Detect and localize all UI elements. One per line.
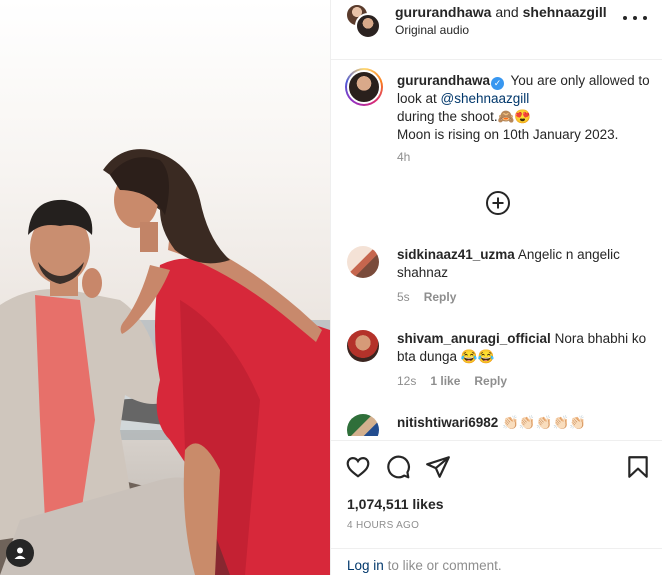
reply-button[interactable]: Reply xyxy=(474,374,507,388)
comment-likes[interactable]: 1 like xyxy=(430,374,460,388)
likes-count[interactable]: 1,074,511 likes xyxy=(347,496,444,512)
username-link[interactable]: nitishtiwari6982 xyxy=(397,415,498,430)
post-media[interactable] xyxy=(0,0,330,575)
share-button[interactable] xyxy=(425,454,451,480)
bookmark-icon xyxy=(628,456,648,478)
comment-text: sidkinaaz41_uzma Angelic n angelic shahn… xyxy=(397,246,655,282)
comment-button[interactable] xyxy=(385,454,411,480)
avatar[interactable] xyxy=(347,414,379,436)
save-button[interactable] xyxy=(625,454,651,480)
username-link[interactable]: gururandhawa xyxy=(395,4,491,20)
caption-body: during the shoot.🙈😍 xyxy=(397,109,532,124)
avatar xyxy=(355,13,381,39)
avatar[interactable] xyxy=(345,68,383,106)
comment-text: shivam_anuragi_official Nora bhabhi ko b… xyxy=(397,330,655,366)
share-icon xyxy=(426,456,450,478)
plus-circle-icon xyxy=(486,191,510,215)
audio-link[interactable]: Original audio xyxy=(395,23,469,37)
comment-time[interactable]: 12s xyxy=(397,374,416,388)
comment-body: 👏🏻👏🏻👏🏻👏🏻👏🏻 xyxy=(502,415,587,430)
collab-avatars[interactable] xyxy=(345,3,381,39)
comment-text: nitishtiwari6982 👏🏻👏🏻👏🏻👏🏻👏🏻 xyxy=(397,414,655,432)
dot xyxy=(623,16,627,20)
dot xyxy=(633,16,637,20)
login-link[interactable]: Log in xyxy=(347,558,384,573)
collab-usernames: gururandhawa and shehnaazgill xyxy=(395,4,607,20)
post-actions-bar xyxy=(331,440,662,490)
like-button[interactable] xyxy=(345,454,371,480)
post-side-panel: gururandhawa and shehnaazgill Original a… xyxy=(330,0,662,575)
load-more-comments-button[interactable] xyxy=(485,190,511,216)
person-icon xyxy=(14,547,26,559)
timestamp[interactable]: 4h xyxy=(397,150,410,164)
username-link[interactable]: gururandhawa xyxy=(397,73,490,88)
post-age[interactable]: 4 HOURS AGO xyxy=(347,520,419,531)
username-link[interactable]: sidkinaaz41_uzma xyxy=(397,247,515,262)
verified-badge-icon: ✓ xyxy=(491,77,505,90)
username-link[interactable]: shehnaazgill xyxy=(523,4,607,20)
comment-icon xyxy=(387,455,410,479)
more-options-icon[interactable] xyxy=(623,10,647,26)
avatar[interactable] xyxy=(347,330,379,362)
login-prompt: Log in to like or comment. xyxy=(331,548,662,575)
login-text: Log in to like or comment. xyxy=(347,558,502,573)
tagged-users-button[interactable] xyxy=(6,539,34,567)
comment-item: nitishtiwari6982 👏🏻👏🏻👏🏻👏🏻👏🏻 xyxy=(345,414,655,436)
dot xyxy=(643,16,647,20)
post-photo xyxy=(0,149,330,575)
username-link[interactable]: shivam_anuragi_official xyxy=(397,331,551,346)
caption-text: gururandhawa ✓ You are only allowed to lo… xyxy=(397,72,659,144)
post-header: gururandhawa and shehnaazgill Original a… xyxy=(331,0,662,60)
caption-body: Moon is rising on 10th January 2023. xyxy=(397,127,619,142)
heart-icon xyxy=(346,457,370,478)
and-label: and xyxy=(495,4,519,20)
mention-link[interactable]: @shehnaazgill xyxy=(441,91,530,106)
comment-time[interactable]: 5s xyxy=(397,290,410,304)
comment-meta: 5s Reply xyxy=(397,290,456,304)
avatar[interactable] xyxy=(347,246,379,278)
comment-meta: 12s 1 like Reply xyxy=(397,374,507,388)
login-rest: to like or comment. xyxy=(387,558,502,573)
reply-button[interactable]: Reply xyxy=(424,290,457,304)
